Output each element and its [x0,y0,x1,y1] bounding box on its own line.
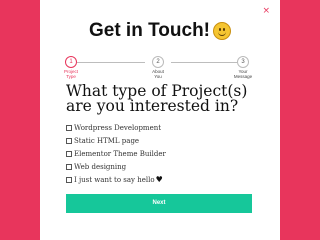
checkbox[interactable] [66,150,72,157]
option-label: Wordpress Development [74,123,162,132]
step-about-you[interactable]: 2 About You [143,56,173,79]
step-your-message[interactable]: 3 Your Message [228,56,258,79]
option-say-hello[interactable]: I just want to say hello ♥ [66,173,266,186]
modal-title: Get in Touch! [40,20,280,42]
option-label: Elementor Theme Builder [74,149,166,158]
step-connector [77,62,145,63]
smiley-face-icon [213,22,232,40]
step-label: Your Message [233,69,253,79]
option-label: Static HTML page [74,136,140,145]
step-project-type[interactable]: 1 Project Type [56,56,86,79]
option-label: Web designing [74,162,127,171]
modal-title-text: Get in Touch! [88,20,211,41]
checkbox[interactable] [66,163,72,170]
step-number: 1 [65,56,77,68]
step-number: 2 [152,56,164,68]
contact-modal: × Get in Touch! 1 Project Type 2 About You… [40,0,280,240]
step-label: Project Type [63,69,78,79]
checkbox[interactable] [66,137,72,144]
heart-icon: ♥ [155,175,163,184]
step-number: 3 [237,56,249,68]
option-elementor[interactable]: Elementor Theme Builder [66,147,266,160]
checkbox[interactable] [66,124,72,131]
checkbox[interactable] [66,176,72,183]
close-icon[interactable]: × [262,7,270,16]
option-web-designing[interactable]: Web designing [66,160,266,173]
question-heading: What type of Project(s) are you interest… [66,82,248,115]
step-label: About You [152,69,164,79]
option-label: I just want to say hello [74,175,155,184]
next-button[interactable]: Next [66,194,252,213]
option-static-html[interactable]: Static HTML page [66,134,266,147]
project-type-options: Wordpress Development Static HTML page E… [66,121,266,186]
option-wordpress[interactable]: Wordpress Development [66,121,266,134]
